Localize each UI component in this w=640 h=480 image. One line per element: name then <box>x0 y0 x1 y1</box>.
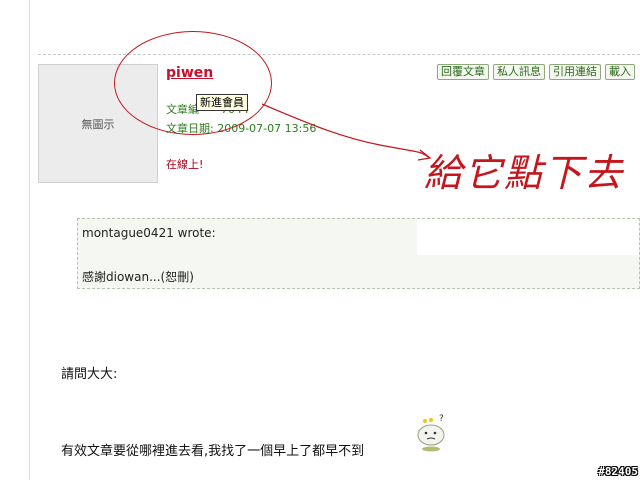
private-message-button[interactable]: 私人訊息 <box>493 64 545 80</box>
reply-quote-button[interactable]: 回覆文章 <box>437 64 489 80</box>
post-action-buttons: 回覆文章 私人訊息 引用連結 載入 <box>437 64 635 80</box>
svg-text:?: ? <box>439 414 444 424</box>
quote-link-button[interactable]: 引用連結 <box>549 64 601 80</box>
confused-emoticon-icon: ? <box>417 414 445 452</box>
annotation-text: 給它點下去 <box>424 151 625 195</box>
quote-block: montague0421 wrote: 感謝diowan...(恕刪) <box>77 218 640 289</box>
add-button[interactable]: 載入 <box>605 64 635 80</box>
message-line-2: 有效文章要從哪裡進去看,我找了一個早上了都早不到 <box>61 444 365 459</box>
image-watermark: #82405 <box>598 465 638 478</box>
quote-author: montague0421 wrote: <box>82 226 216 240</box>
message-line-1: 請問大大: <box>61 367 118 382</box>
quote-text: 感謝diowan...(恕刪) <box>82 270 194 284</box>
